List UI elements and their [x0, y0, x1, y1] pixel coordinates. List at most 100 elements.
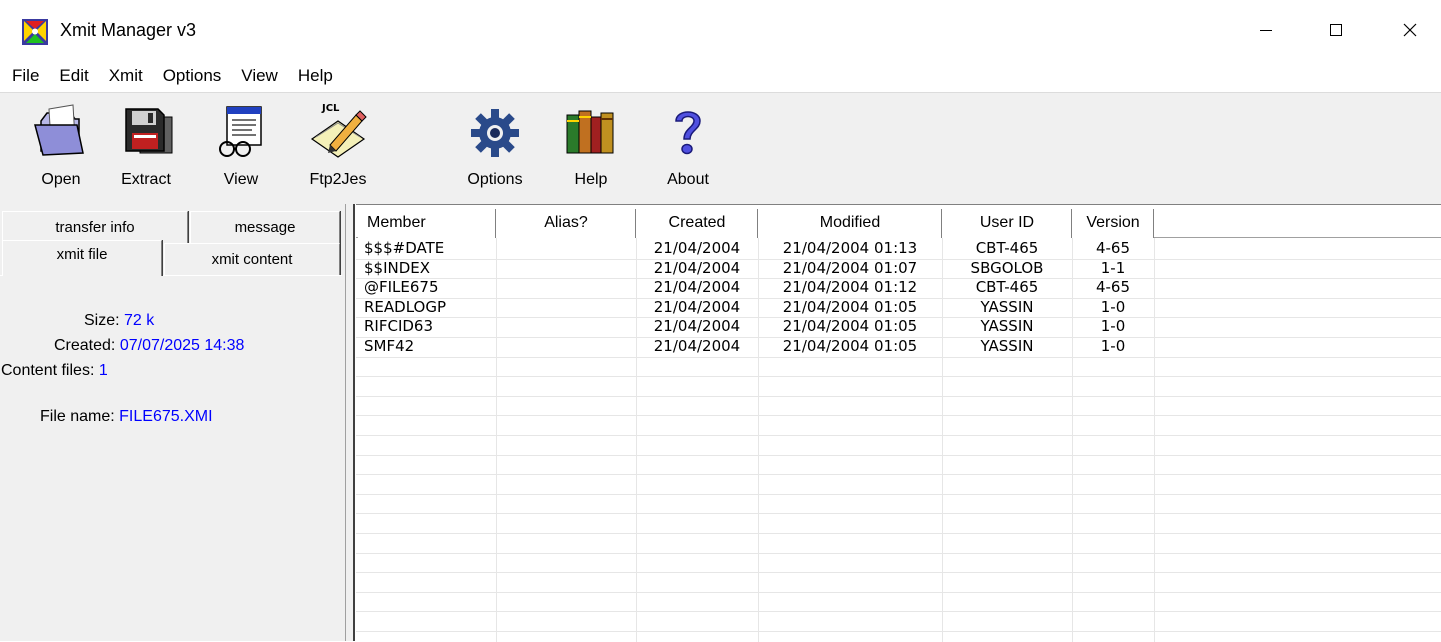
table-cell-user-id: YASSIN [980, 317, 1034, 335]
column-header-modified[interactable]: Modified [758, 209, 942, 238]
row-gridline [356, 611, 1441, 612]
file-name-label: File name: [40, 408, 115, 425]
table-cell-modified: 21/04/2004 01:12 [782, 278, 918, 296]
table-cell-version: 1-0 [1100, 317, 1126, 335]
column-header-version[interactable]: Version [1072, 209, 1154, 238]
table-cell-member: SMF42 [364, 337, 415, 355]
ftp2jes-button[interactable]: JCL Ftp2Jes [295, 99, 381, 201]
table-cell-version: 1-0 [1100, 337, 1126, 355]
menu-file[interactable]: File [0, 60, 47, 92]
help-button[interactable]: Help [548, 99, 634, 201]
menu-help[interactable]: Help [286, 60, 341, 92]
table-cell-member: @FILE675 [364, 278, 439, 296]
column-header-member[interactable]: Member [358, 209, 496, 238]
row-gridline [356, 592, 1441, 593]
table-cell-version: 4-65 [1095, 239, 1131, 257]
options-button[interactable]: Options [452, 99, 538, 201]
row-gridline [356, 435, 1441, 436]
window-title: Xmit Manager v3 [60, 20, 197, 40]
row-gridline [356, 415, 1441, 416]
ftp2jes-label: Ftp2Jes [309, 171, 367, 188]
close-button[interactable] [1380, 10, 1440, 50]
table-cell-version: 1-0 [1100, 298, 1126, 316]
table-row[interactable]: $$$#DATE 21/04/2004 21/04/2004 01:13 CBT-46… [356, 239, 1441, 258]
row-gridline [356, 513, 1441, 514]
content-files-label: Content files: [1, 362, 95, 379]
table-cell-created: 21/04/2004 [653, 298, 741, 316]
file-name-row: File name: FILE675.XMI [40, 408, 213, 426]
tab-transfer-info[interactable]: transfer info [2, 211, 188, 243]
table-cell-alias [496, 317, 636, 336]
panel-splitter[interactable] [345, 204, 355, 641]
app-icon [22, 19, 48, 45]
table-cell-member: $$INDEX [364, 259, 431, 277]
column-header-user-id[interactable]: User ID [942, 209, 1072, 238]
extract-button[interactable]: Extract [103, 99, 189, 201]
table-cell-version: 1-1 [1100, 259, 1126, 277]
menu-view[interactable]: View [229, 60, 286, 92]
table-cell-modified: 21/04/2004 01:13 [782, 239, 918, 257]
table-row[interactable]: RIFCID63 21/04/2004 21/04/2004 01:05 YASSIN… [356, 317, 1441, 336]
books-icon [566, 110, 614, 154]
open-button[interactable]: Open [18, 99, 104, 201]
table-cell-version: 4-65 [1095, 278, 1131, 296]
xmit-file-panel: Size: 72 k Created: 07/07/2025 14:38 Con… [0, 275, 342, 641]
table-row[interactable]: $$INDEX 21/04/2004 21/04/2004 01:07 SBGOLOB… [356, 259, 1441, 278]
table-cell-alias [496, 278, 636, 297]
created-row: Created: 07/07/2025 14:38 [54, 337, 244, 355]
minimize-button[interactable] [1236, 10, 1296, 50]
content-files-value: 1 [98, 362, 108, 379]
tab-xmit-file[interactable]: xmit file [2, 240, 162, 276]
column-header-alias[interactable]: Alias? [496, 209, 636, 238]
table-cell-alias [496, 259, 636, 278]
row-gridline [356, 553, 1441, 554]
table-cell-user-id: SBGOLOB [970, 259, 1044, 277]
table-cell-modified: 21/04/2004 01:07 [782, 259, 918, 277]
menu-options[interactable]: Options [151, 60, 230, 92]
row-gridline [356, 396, 1441, 397]
view-label: View [223, 171, 259, 188]
table-cell-alias [496, 337, 636, 356]
table-cell-created: 21/04/2004 [653, 239, 741, 257]
about-button[interactable]: About [645, 99, 731, 201]
row-gridline [356, 572, 1441, 573]
jcl-badge: JCL [321, 103, 340, 114]
help-label: Help [574, 171, 608, 188]
row-gridline [356, 631, 1441, 632]
folder-icon [34, 104, 84, 156]
table-row[interactable]: @FILE675 21/04/2004 21/04/2004 01:12 CBT-46… [356, 278, 1441, 297]
table-cell-modified: 21/04/2004 01:05 [782, 317, 918, 335]
title-bar[interactable]: Xmit Manager v3 [0, 0, 1441, 60]
content-files-row: Content files: 1 [1, 362, 108, 380]
question-mark-icon [675, 111, 701, 155]
table-row[interactable]: SMF42 21/04/2004 21/04/2004 01:05 YASSIN 1-0 [356, 337, 1441, 356]
maximize-button[interactable] [1306, 10, 1366, 50]
table-cell-created: 21/04/2004 [653, 259, 741, 277]
table-cell-user-id: CBT-465 [975, 278, 1039, 296]
row-gridline [356, 455, 1441, 456]
table-row[interactable]: READLOGP 21/04/2004 21/04/2004 01:05 YASSIN… [356, 298, 1441, 317]
tab-xmit-content[interactable]: xmit content [164, 243, 340, 275]
members-list[interactable]: Member Alias? Created Modified User ID V… [356, 204, 1441, 642]
table-cell-alias [496, 239, 636, 258]
created-label: Created: [54, 337, 116, 354]
tab-message[interactable]: message [190, 211, 340, 243]
menu-edit[interactable]: Edit [47, 60, 96, 92]
minimize-icon [1260, 30, 1272, 31]
view-button[interactable]: View [198, 99, 284, 201]
table-cell-created: 21/04/2004 [653, 278, 741, 296]
jcl-pencil-icon: JCL [310, 103, 367, 158]
table-cell-user-id: YASSIN [980, 298, 1034, 316]
size-value: 72 k [124, 312, 155, 329]
table-cell-user-id: YASSIN [980, 337, 1034, 355]
document-glasses-icon [219, 106, 262, 157]
table-cell-created: 21/04/2004 [653, 317, 741, 335]
table-cell-modified: 21/04/2004 01:05 [782, 298, 918, 316]
table-cell-user-id: CBT-465 [975, 239, 1039, 257]
size-row: Size: 72 k [84, 312, 154, 330]
menu-xmit[interactable]: Xmit [97, 60, 151, 92]
table-cell-member: RIFCID63 [364, 317, 434, 335]
toolbar: Open Extract View JCL Ftp2Jes Options He… [0, 92, 1441, 204]
list-header: Member Alias? Created Modified User ID V… [356, 209, 1441, 238]
column-header-created[interactable]: Created [636, 209, 758, 238]
